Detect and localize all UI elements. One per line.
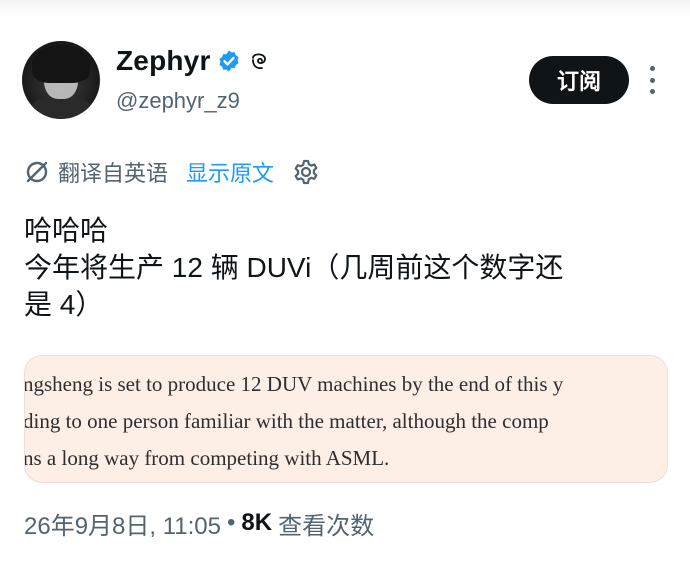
author-handle[interactable]: @zephyr_z9 bbox=[116, 88, 240, 114]
tweet-text-line: 是 4） bbox=[24, 289, 104, 320]
tweet-meta: 26年9月8日, 11:05 • 8K 查看次数 bbox=[24, 506, 374, 540]
author-display-name[interactable]: Zephyr bbox=[116, 45, 211, 77]
translation-label: 翻译自英语 bbox=[58, 161, 169, 186]
show-original-link[interactable]: 显示原文 bbox=[186, 156, 274, 188]
views-count[interactable]: 8K bbox=[241, 509, 272, 537]
tweet-text-line: 哈哈哈 bbox=[24, 215, 109, 246]
avatar[interactable] bbox=[22, 41, 100, 119]
avatar-body bbox=[30, 97, 92, 119]
more-vertical-icon[interactable] bbox=[645, 66, 659, 94]
tweet-text-line: 今年将生产 12 辆 DUVi（几周前这个数字还 bbox=[24, 252, 564, 283]
verified-badge-icon bbox=[219, 50, 239, 72]
meta-separator: • bbox=[227, 509, 236, 536]
translation-bar: 翻译自英语 显示原文 bbox=[24, 156, 320, 188]
attached-image[interactable]: ngsheng is set to produce 12 DUV machine… bbox=[24, 355, 668, 483]
views-label: 查看次数 bbox=[278, 512, 375, 540]
avatar-hair bbox=[32, 45, 90, 83]
tweet-text: 哈哈哈 今年将生产 12 辆 DUVi（几周前这个数字还 是 4） bbox=[24, 212, 664, 323]
affiliate-badge-icon bbox=[251, 53, 266, 70]
image-text-line: ngsheng is set to produce 12 DUV machine… bbox=[24, 372, 564, 396]
image-text-line: ding to one person familiar with the mat… bbox=[24, 409, 549, 433]
image-text-line: ns a long way from competing with ASML. bbox=[24, 446, 390, 470]
subscribe-button[interactable]: 订阅 bbox=[529, 56, 629, 104]
author-name-row: Zephyr bbox=[116, 44, 269, 78]
top-fade bbox=[0, 0, 690, 18]
translate-icon bbox=[26, 161, 48, 183]
gear-icon[interactable] bbox=[292, 158, 320, 186]
post-timestamp[interactable]: 26年9月8日, 11:05 bbox=[24, 506, 221, 541]
